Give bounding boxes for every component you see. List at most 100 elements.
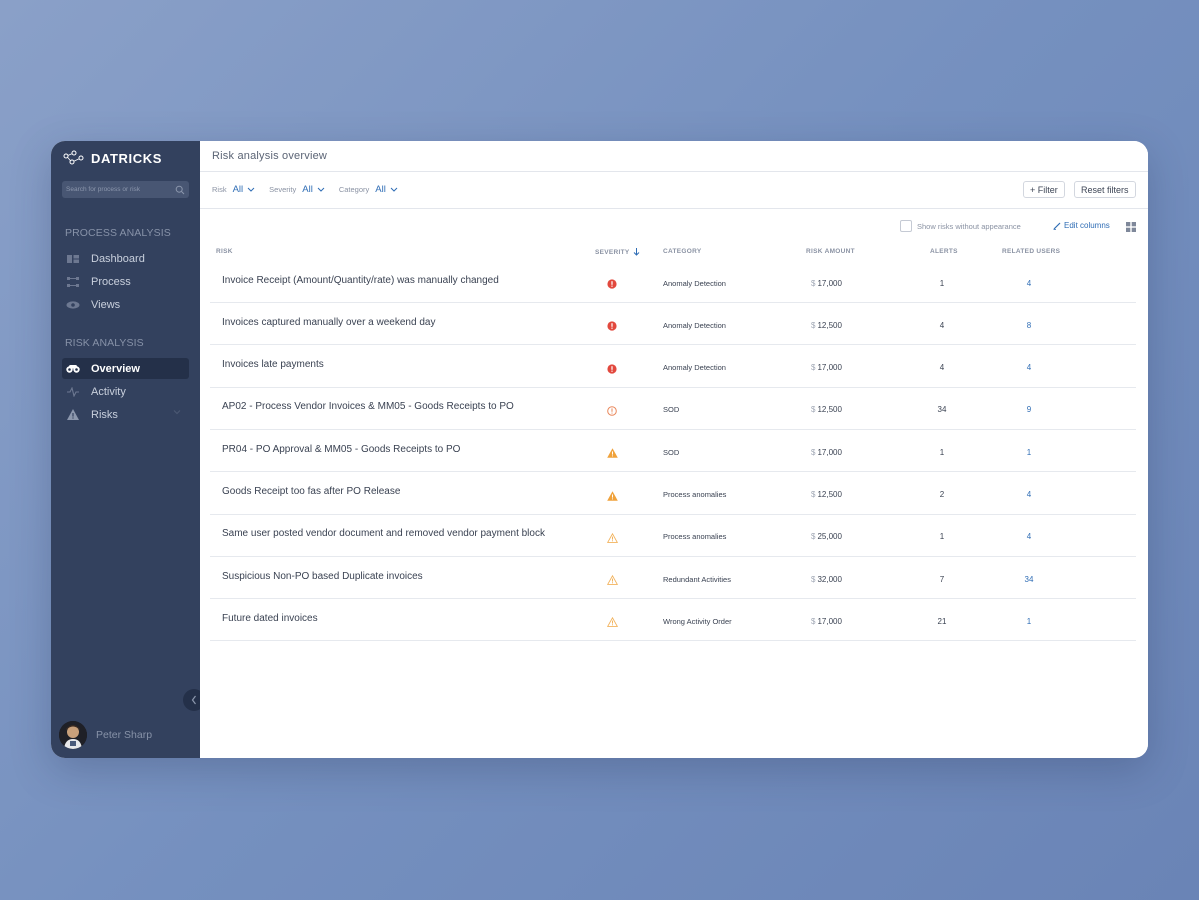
risk-name: Future dated invoices — [222, 612, 318, 624]
risk-category: Anomaly Detection — [663, 320, 726, 330]
column-header-alerts[interactable]: ALERTS — [930, 248, 958, 255]
table-row[interactable]: Invoice Receipt (Amount/Quantity/rate) w… — [210, 261, 1136, 303]
search-icon — [175, 185, 185, 194]
binoculars-icon — [66, 363, 80, 375]
alerts-count: 1 — [939, 532, 945, 542]
amount-value: 12,500 — [817, 490, 842, 499]
sidebar-item-risks[interactable]: Risks — [62, 404, 189, 425]
risk-amount: $12,500 — [811, 474, 842, 516]
currency-symbol: $ — [811, 574, 816, 584]
sidebar: DATRICKS PROCESS ANALYSIS Dashboard Proc… — [51, 141, 205, 758]
currency-symbol: $ — [811, 278, 816, 288]
low-severity-icon — [607, 517, 618, 559]
table-row[interactable]: Suspicious Non-PO based Duplicate invoic… — [210, 557, 1136, 600]
alerts-count: 1 — [939, 278, 945, 288]
risk-amount: $12,500 — [811, 389, 842, 431]
user-profile[interactable]: Peter Sharp — [59, 721, 152, 749]
sidebar-item-activity[interactable]: Activity — [62, 381, 189, 402]
related-users-link[interactable]: 4 — [1019, 347, 1039, 389]
table-row[interactable]: Future dated invoices Wrong Activity Orde… — [210, 599, 1136, 642]
related-users-link[interactable]: 1 — [1019, 600, 1039, 642]
show-risks-checkbox[interactable] — [900, 220, 912, 232]
add-filter-button[interactable]: + Filter — [1023, 181, 1065, 198]
filter-label-category: Category — [338, 185, 370, 194]
sidebar-item-views[interactable]: Views — [62, 294, 189, 315]
sidebar-item-label: Activity — [91, 385, 126, 398]
table-row[interactable]: Invoices late payments Anomaly Detection $… — [210, 346, 1136, 388]
risk-category: Wrong Activity Order — [663, 616, 732, 626]
alerts-count: 1 — [939, 447, 945, 457]
user-avatar-icon — [59, 721, 87, 749]
table-row[interactable]: Same user posted vendor document and rem… — [210, 515, 1136, 557]
alerts-count: 4 — [939, 363, 945, 373]
related-users-link[interactable]: 1 — [1019, 431, 1039, 473]
column-header-risk-amount[interactable]: RISK AMOUNT — [806, 248, 855, 255]
risk-filter-dropdown[interactable]: All — [233, 184, 256, 195]
risk-name: PR04 - PO Approval & MM05 - Goods Receip… — [222, 443, 461, 455]
related-users-link[interactable]: 4 — [1019, 262, 1039, 304]
table-row[interactable]: PR04 - PO Approval & MM05 - Goods Receip… — [210, 430, 1136, 473]
category-filter-dropdown[interactable]: All — [375, 184, 398, 195]
table-row[interactable]: Goods Receipt too fas after PO Release Pr… — [210, 473, 1136, 515]
sidebar-item-label: Risks — [91, 408, 118, 421]
currency-symbol: $ — [811, 405, 816, 415]
risk-amount: $17,000 — [811, 347, 842, 389]
sidebar-item-label: Process — [91, 275, 131, 288]
column-header-risk[interactable]: RISK — [216, 248, 233, 255]
alerts-count: 7 — [939, 574, 945, 584]
amount-value: 17,000 — [817, 278, 842, 288]
amount-value: 17,000 — [817, 363, 842, 373]
chevron-down-icon — [247, 187, 255, 192]
page-title: Risk analysis overview — [212, 150, 328, 162]
header-divider — [200, 171, 1148, 172]
pencil-icon — [1053, 222, 1061, 230]
risk-category: Anomaly Detection — [663, 363, 726, 373]
edit-columns-label: Edit columns — [1064, 221, 1110, 230]
alerts-count: 2 — [939, 490, 945, 499]
sidebar-item-process[interactable]: Process — [62, 271, 189, 292]
risk-amount: $12,500 — [811, 304, 842, 346]
chevron-down-icon — [317, 187, 325, 192]
filter-divider — [200, 208, 1148, 209]
search-box[interactable] — [62, 181, 189, 198]
amount-value: 12,500 — [817, 320, 842, 330]
logo[interactable]: DATRICKS — [63, 150, 162, 166]
risk-category: Redundant Activities — [663, 574, 731, 584]
dashboard-icon — [66, 253, 80, 265]
alerts-count: 34 — [937, 405, 947, 415]
reset-filters-button[interactable]: Reset filters — [1074, 181, 1136, 198]
critical-severity-icon — [607, 348, 617, 390]
critical-severity-icon — [607, 305, 617, 347]
filter-label-severity: Severity — [269, 185, 297, 194]
risk-name: Invoice Receipt (Amount/Quantity/rate) w… — [222, 274, 499, 286]
column-header-label: SEVERITY — [595, 248, 630, 256]
column-header-related-users[interactable]: RELATED USERS — [1002, 248, 1060, 255]
sidebar-item-overview[interactable]: Overview — [62, 358, 189, 379]
filter-value: All — [302, 184, 313, 195]
severity-filter-dropdown[interactable]: All — [302, 184, 325, 195]
risk-category: Process anomalies — [663, 490, 727, 499]
related-users-link[interactable]: 34 — [1019, 558, 1039, 600]
sidebar-item-label: Views — [91, 298, 121, 311]
alerts-count: 21 — [937, 616, 947, 626]
filter-value: All — [375, 184, 386, 195]
table-row[interactable]: Invoices captured manually over a weeken… — [210, 303, 1136, 347]
filter-bar: Risk All Severity All Category All — [212, 184, 412, 195]
activity-icon — [66, 386, 80, 398]
risk-name: Goods Receipt too fas after PO Release — [222, 486, 401, 497]
related-users-link[interactable]: 4 — [1019, 516, 1039, 558]
table-row[interactable]: AP02 - Process Vendor Invoices & MM05 - … — [210, 388, 1136, 430]
related-users-link[interactable]: 9 — [1019, 389, 1039, 431]
search-input[interactable] — [66, 186, 175, 193]
column-header-category[interactable]: CATEGORY — [663, 248, 702, 255]
sidebar-item-dashboard[interactable]: Dashboard — [62, 248, 189, 269]
related-users-link[interactable]: 8 — [1019, 304, 1039, 346]
risk-name: AP02 - Process Vendor Invoices & MM05 - … — [222, 401, 514, 413]
column-header-severity[interactable]: SEVERITY — [595, 248, 640, 256]
grid-view-icon[interactable] — [1126, 222, 1136, 232]
related-users-link[interactable]: 4 — [1019, 474, 1039, 516]
amount-value: 17,000 — [817, 447, 842, 457]
critical-severity-icon — [607, 263, 617, 305]
edit-columns-button[interactable]: Edit columns — [1053, 221, 1110, 230]
process-icon — [66, 276, 80, 288]
